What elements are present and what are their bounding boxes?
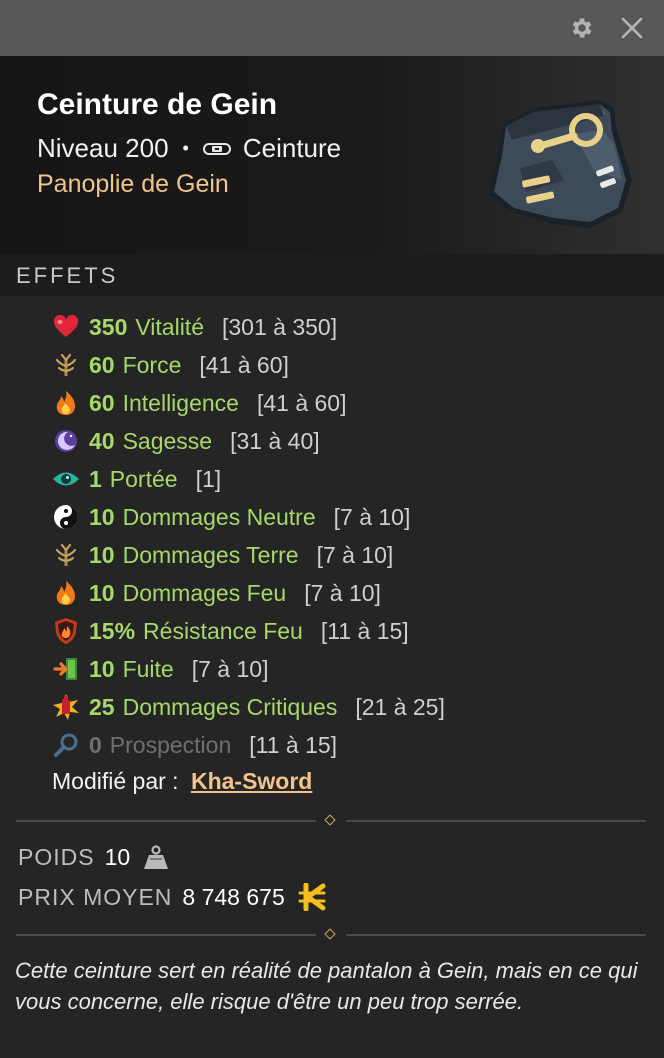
effect-range: [21 à 25] xyxy=(355,693,445,720)
effect-row: 350 Vitalité [301 à 350] xyxy=(52,308,337,346)
effect-row: 1 Portée [1] xyxy=(52,460,221,498)
effect-row: 25 Dommages Critiques [21 à 25] xyxy=(52,688,445,726)
effect-row: 10 Dommages Feu [7 à 10] xyxy=(52,574,381,612)
effect-range: [31 à 40] xyxy=(230,427,320,454)
settings-button[interactable] xyxy=(562,8,602,48)
effect-range: [7 à 10] xyxy=(191,655,269,682)
eye-icon xyxy=(52,465,80,493)
meta-separator: • xyxy=(182,138,189,158)
gear-icon xyxy=(572,18,592,38)
belt-icon xyxy=(202,141,231,157)
effect-value: 40 xyxy=(89,427,115,454)
moon-icon xyxy=(52,427,80,455)
effect-name: Dommages Neutre xyxy=(122,503,316,530)
item-header: Ceinture de Gein Niveau 200 • Ceinture P… xyxy=(0,56,664,254)
divider xyxy=(16,928,646,941)
effect-row: 40 Sagesse [31 à 40] xyxy=(52,422,320,460)
effect-range: [11 à 15] xyxy=(320,617,409,644)
effect-range: [7 à 10] xyxy=(333,503,411,530)
effect-value: 1 xyxy=(89,465,102,492)
modified-by: Modifié par : Kha-Sword xyxy=(52,768,312,795)
yin-yang-icon xyxy=(52,503,80,531)
effect-value: 60 xyxy=(89,389,115,416)
effect-range: [7 à 10] xyxy=(304,579,381,606)
item-set-link[interactable]: Panoplie de Gein xyxy=(37,170,229,199)
magnifier-icon xyxy=(52,731,80,759)
exit-arrow-icon xyxy=(52,655,80,683)
effect-row: 10 Dommages Neutre [7 à 10] xyxy=(52,498,410,536)
fire-icon xyxy=(52,579,80,607)
price-label: PRIX MOYEN xyxy=(18,883,173,910)
effect-value: 10 xyxy=(89,655,115,682)
effect-value: 350 xyxy=(89,313,128,340)
fire-shield-icon xyxy=(52,617,80,645)
weight-row: POIDS 10 xyxy=(18,844,170,871)
effect-row: 10 Fuite [7 à 10] xyxy=(52,650,268,688)
effect-row: 10 Dommages Terre [7 à 10] xyxy=(52,536,393,574)
effect-value: 10 xyxy=(89,579,115,606)
item-level: Niveau 200 xyxy=(37,133,169,163)
effect-name: Sagesse xyxy=(122,427,213,454)
effect-row: 60 Intelligence [41 à 60] xyxy=(52,384,346,422)
effect-value: 10 xyxy=(89,503,115,530)
effect-value: 0 xyxy=(89,731,102,758)
earth-sprout-icon xyxy=(52,351,80,379)
fire-icon xyxy=(52,389,80,417)
effect-range: [11 à 15] xyxy=(249,731,338,758)
effect-range: [41 à 60] xyxy=(256,389,347,416)
effect-range: [41 à 60] xyxy=(199,351,289,378)
price-value: 8 748 675 xyxy=(182,883,285,910)
effects-title: EFFETS xyxy=(16,263,119,288)
effect-name: Portée xyxy=(109,465,178,492)
effect-value: 15% xyxy=(89,617,136,644)
effect-range: [301 à 350] xyxy=(222,313,338,340)
critical-burst-icon xyxy=(52,693,80,721)
effect-row: 15% Résistance Feu [11 à 15] xyxy=(52,612,409,650)
heart-icon xyxy=(52,313,80,341)
weight-value: 10 xyxy=(104,844,131,870)
effect-name: Dommages Terre xyxy=(122,541,299,568)
weight-icon xyxy=(144,844,169,869)
effects-section-header: EFFETS xyxy=(0,254,664,296)
item-meta: Niveau 200 • Ceinture xyxy=(37,133,341,164)
item-description: Cette ceinture sert en réalité de pantal… xyxy=(15,958,638,1014)
effect-name: Fuite xyxy=(122,655,174,682)
effect-name: Intelligence xyxy=(122,389,239,416)
effect-range: [1] xyxy=(195,465,222,492)
effect-name: Prospection xyxy=(109,731,232,758)
kamas-icon xyxy=(298,883,326,911)
effect-name: Résistance Feu xyxy=(143,617,303,644)
effect-name: Dommages Feu xyxy=(122,579,287,606)
effect-name: Force xyxy=(122,351,182,378)
effect-range: [7 à 10] xyxy=(316,541,394,568)
modifier-name-link[interactable]: Kha-Sword xyxy=(191,768,312,794)
effect-row: 0 Prospection [11 à 15] xyxy=(52,726,337,764)
item-name: Ceinture de Gein xyxy=(37,88,278,121)
divider xyxy=(16,814,646,827)
title-bar xyxy=(0,0,664,56)
close-button[interactable] xyxy=(612,8,652,48)
effect-value: 25 xyxy=(89,693,115,720)
item-type: Ceinture xyxy=(242,133,342,163)
effect-row: 60 Force [41 à 60] xyxy=(52,346,289,384)
close-icon xyxy=(621,17,643,39)
effect-name: Dommages Critiques xyxy=(122,693,338,720)
effect-name: Vitalité xyxy=(135,313,204,340)
weight-label: POIDS xyxy=(18,844,95,870)
earth-sprout-icon xyxy=(52,541,80,569)
belt-item-image xyxy=(488,100,632,228)
effect-value: 10 xyxy=(89,541,115,568)
modified-label: Modifié par : xyxy=(52,768,179,794)
effect-value: 60 xyxy=(89,351,115,378)
price-row: PRIX MOYEN 8 748 675 xyxy=(18,883,327,911)
